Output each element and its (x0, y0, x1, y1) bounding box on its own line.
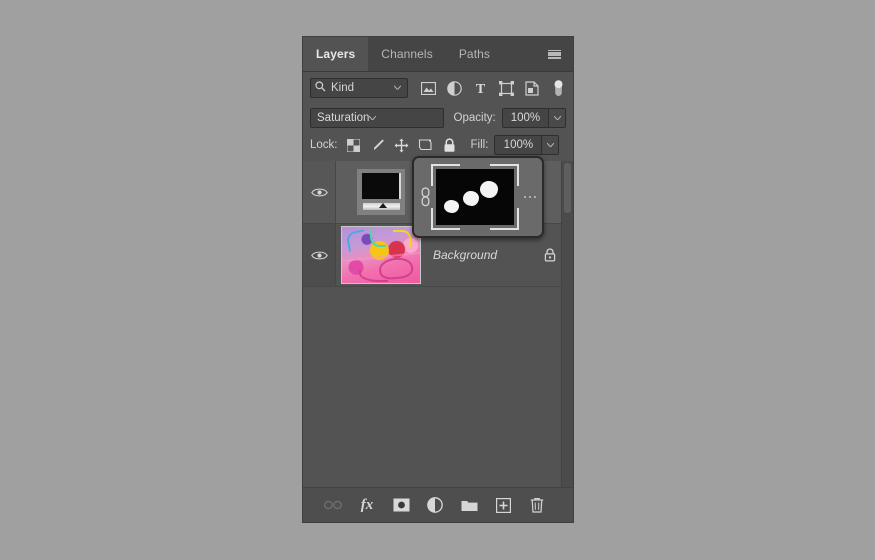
fx-label: fx (360, 496, 374, 513)
panel-tab-bar: Layers Channels Paths (303, 37, 573, 72)
filter-pixel-layers-icon[interactable] (420, 80, 436, 96)
blend-mode-row: Saturation Opacity: 100% (303, 104, 573, 132)
new-layer-plus-icon (495, 497, 511, 513)
layer-name[interactable]: Background (421, 248, 535, 262)
lock-row: Lock: Fill: 100% (303, 132, 573, 158)
layer-thumbnail[interactable] (341, 163, 421, 221)
layer-mask-icon (393, 498, 409, 512)
eye-icon (310, 188, 328, 196)
lock-label: Lock: (310, 139, 338, 151)
fill-label: Fill: (470, 139, 489, 151)
layer-thumbnail[interactable] (341, 226, 421, 284)
tab-layers[interactable]: Layers (303, 37, 369, 71)
blend-mode-select[interactable]: Saturation (310, 108, 444, 128)
opacity-input[interactable]: 100% (501, 108, 550, 128)
fill-stepper[interactable] (542, 135, 560, 155)
panel-menu-button[interactable] (543, 37, 565, 71)
filter-adjustment-layers-icon[interactable] (446, 80, 462, 96)
filter-toggle-switch-icon[interactable] (550, 79, 566, 96)
fill-input[interactable]: 100% (494, 135, 543, 155)
opacity-value: 100% (510, 112, 541, 124)
layers-panel: Layers Channels Paths Kind T Saturation … (302, 36, 574, 523)
link-layers-button[interactable] (323, 495, 343, 515)
layers-bottom-toolbar: fx (303, 487, 573, 522)
lock-image-pixels-icon[interactable] (370, 138, 385, 153)
opacity-stepper[interactable] (549, 108, 566, 128)
filter-kind-label: Kind (331, 82, 355, 94)
chevron-down-icon (369, 116, 377, 120)
layer-visibility-toggle[interactable] (303, 224, 336, 286)
link-mask-icon[interactable] (414, 187, 436, 207)
background-photo-thumbnail (341, 226, 421, 284)
search-icon (315, 79, 326, 97)
tab-layers-label: Layers (316, 47, 356, 61)
new-layer-button[interactable] (493, 495, 513, 515)
tab-channels[interactable]: Channels (368, 37, 446, 71)
mask-blob (444, 200, 460, 214)
layer-style-button[interactable]: fx (357, 495, 377, 515)
add-layer-mask-button[interactable] (391, 495, 411, 515)
filter-type-icons: T (420, 79, 566, 96)
lock-icon-group (346, 137, 457, 153)
hamburger-menu-icon (547, 49, 561, 59)
lock-all-icon[interactable] (442, 137, 457, 153)
layer-filter-row: Kind T (303, 72, 573, 104)
svg-text:T: T (475, 82, 485, 95)
opacity-label: Opacity: (453, 112, 496, 124)
eye-icon (310, 251, 328, 259)
delete-layer-button[interactable] (527, 495, 547, 515)
chevron-down-icon (394, 85, 401, 90)
filter-shape-layers-icon[interactable] (498, 80, 514, 96)
filter-kind-select[interactable]: Kind (310, 78, 408, 98)
tab-paths[interactable]: Paths (446, 37, 503, 71)
mask-blob (480, 181, 499, 199)
tab-paths-label: Paths (458, 47, 490, 61)
layer-visibility-toggle[interactable] (303, 161, 336, 223)
lock-transparent-pixels-icon[interactable] (346, 138, 361, 153)
lock-position-icon[interactable] (394, 138, 409, 153)
lock-icon (544, 248, 556, 262)
lock-artboard-nesting-icon[interactable] (418, 138, 433, 153)
chevron-down-icon (553, 116, 561, 120)
vertical-scrollbar[interactable] (561, 161, 573, 487)
fill-value: 100% (503, 139, 534, 151)
scrollbar-thumb[interactable] (564, 163, 571, 213)
link-icon (324, 500, 342, 510)
folder-icon (461, 500, 477, 511)
trash-icon (530, 498, 544, 513)
ellipsis-icon[interactable] (514, 195, 542, 199)
mask-blob (462, 190, 479, 206)
layer-mask-popup[interactable] (412, 156, 544, 238)
blend-mode-value: Saturation (317, 112, 370, 124)
chevron-down-icon (546, 143, 554, 147)
filter-type-layers-icon[interactable]: T (472, 80, 488, 96)
layer-mask-thumbnail[interactable] (431, 164, 519, 230)
new-group-button[interactable] (459, 495, 479, 515)
tab-channels-label: Channels (381, 47, 433, 61)
new-adjustment-layer-button[interactable] (425, 495, 445, 515)
filter-smart-object-icon[interactable] (524, 80, 540, 96)
adjustment-circle-icon (427, 497, 443, 513)
hue-saturation-adjustment-icon (357, 169, 405, 215)
